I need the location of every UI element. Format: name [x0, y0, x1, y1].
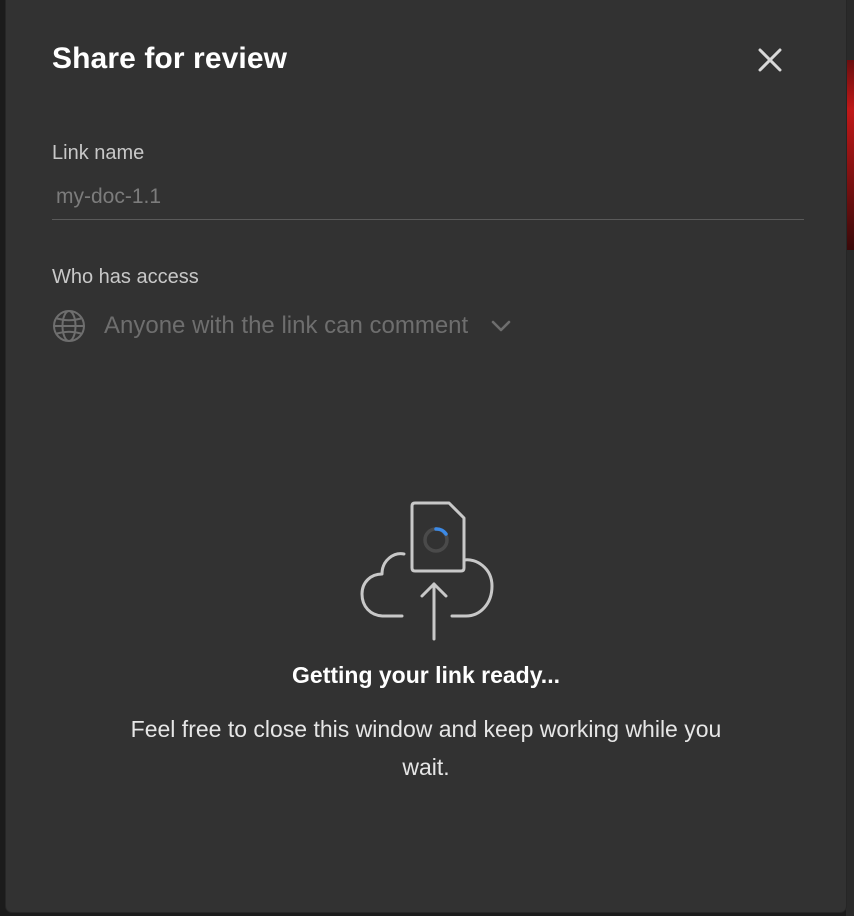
- status-title: Getting your link ready...: [292, 662, 560, 688]
- link-name-label: Link name: [52, 142, 145, 164]
- globe-icon: [53, 310, 85, 342]
- access-label: Who has access: [52, 266, 199, 288]
- access-value: Anyone with the link can comment: [104, 312, 469, 339]
- chevron-down-icon: [491, 320, 511, 332]
- close-icon: [758, 48, 782, 72]
- background-app-edge: [846, 0, 854, 916]
- cloud-upload-document-icon: [360, 501, 494, 641]
- share-dialog: Share for review Link name Who has acces…: [6, 0, 846, 912]
- status-message: Feel free to close this window and keep …: [130, 716, 722, 780]
- link-name-input[interactable]: [52, 174, 804, 220]
- close-button[interactable]: [754, 44, 786, 76]
- access-dropdown[interactable]: Anyone with the link can comment: [52, 306, 514, 346]
- dialog-title: Share for review: [52, 42, 288, 75]
